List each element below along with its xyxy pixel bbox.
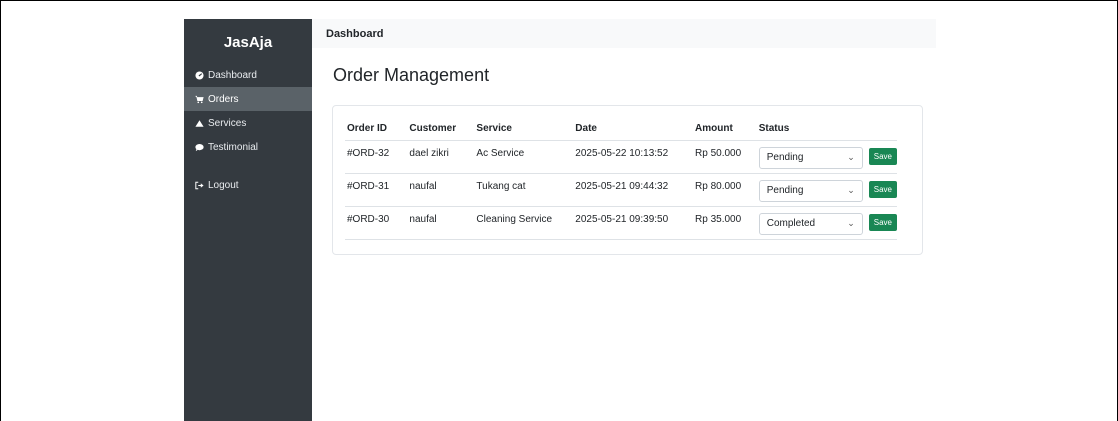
cell-service: Ac Service bbox=[474, 140, 574, 174]
status-controls: Pending ⌄ Save bbox=[758, 174, 897, 206]
column-header-status: Status bbox=[756, 118, 897, 141]
cell-amount: Rp 80.000 bbox=[693, 173, 757, 207]
sidebar-item-label: Services bbox=[208, 117, 247, 129]
table-row: #ORD-31 naufal Tukang cat 2025-05-21 09:… bbox=[345, 173, 897, 207]
chevron-down-icon: ⌄ bbox=[847, 218, 855, 228]
column-header-customer: Customer bbox=[407, 118, 475, 141]
status-select-value: Pending bbox=[766, 185, 804, 196]
sidebar-item-dashboard[interactable]: Dashboard bbox=[184, 63, 312, 87]
orders-card: Order ID Customer Service Date Amount St… bbox=[332, 105, 923, 255]
topbar: Dashboard bbox=[312, 19, 936, 48]
cell-date: 2025-05-21 09:44:32 bbox=[573, 173, 694, 207]
cell-customer: naufal bbox=[407, 206, 475, 240]
cell-date: 2025-05-22 10:13:52 bbox=[573, 140, 694, 174]
status-select-value: Pending bbox=[766, 152, 804, 163]
cell-status: Completed ⌄ Save bbox=[756, 206, 897, 240]
sidebar-item-label: Dashboard bbox=[208, 69, 257, 81]
status-select[interactable]: Pending ⌄ bbox=[758, 146, 863, 169]
sidebar-item-orders[interactable]: Orders bbox=[184, 87, 312, 111]
status-controls: Pending ⌄ Save bbox=[758, 141, 897, 173]
cell-service: Cleaning Service bbox=[474, 206, 574, 240]
comment-icon bbox=[195, 143, 204, 152]
main-content: Dashboard Order Management Order ID Cust… bbox=[312, 19, 936, 421]
table-row: #ORD-32 dael zikri Ac Service 2025-05-22… bbox=[345, 140, 897, 174]
save-button[interactable]: Save bbox=[868, 148, 897, 165]
table-header-row: Order ID Customer Service Date Amount St… bbox=[345, 118, 897, 141]
cell-status: Pending ⌄ Save bbox=[756, 140, 897, 174]
cell-service: Tukang cat bbox=[474, 173, 574, 207]
cell-customer: naufal bbox=[407, 173, 475, 207]
column-header-service: Service bbox=[474, 118, 574, 141]
sidebar-item-testimonial[interactable]: Testimonial bbox=[184, 135, 312, 159]
cell-amount: Rp 35.000 bbox=[693, 206, 757, 240]
table-row: #ORD-30 naufal Cleaning Service 2025-05-… bbox=[345, 206, 897, 240]
cart-icon bbox=[195, 95, 204, 104]
save-button[interactable]: Save bbox=[868, 181, 897, 198]
column-header-date: Date bbox=[573, 118, 694, 141]
cell-order-id: #ORD-30 bbox=[345, 206, 408, 240]
cell-order-id: #ORD-31 bbox=[345, 173, 408, 207]
column-header-order-id: Order ID bbox=[345, 118, 408, 141]
orders-table: Order ID Customer Service Date Amount St… bbox=[345, 118, 897, 240]
dashboard-icon bbox=[195, 70, 204, 80]
sidebar-item-services[interactable]: Services bbox=[184, 111, 312, 135]
sidebar-item-label: Orders bbox=[208, 93, 239, 105]
status-select[interactable]: Pending ⌄ bbox=[758, 179, 863, 202]
column-header-amount: Amount bbox=[693, 118, 757, 141]
page-title: Order Management bbox=[333, 65, 490, 85]
sidebar: JasAja Dashboard Orders Services Testimo… bbox=[184, 19, 312, 421]
brand-logo[interactable]: JasAja bbox=[184, 19, 312, 63]
cell-order-id: #ORD-32 bbox=[345, 140, 408, 174]
sidebar-item-logout[interactable]: Logout bbox=[184, 173, 312, 197]
chevron-down-icon: ⌄ bbox=[847, 185, 855, 195]
sidebar-item-label: Testimonial bbox=[208, 141, 259, 153]
sidebar-item-label: Logout bbox=[208, 179, 239, 191]
tent-icon bbox=[195, 119, 204, 128]
status-select-value: Completed bbox=[766, 218, 816, 229]
cell-status: Pending ⌄ Save bbox=[756, 173, 897, 207]
status-select[interactable]: Completed ⌄ bbox=[758, 212, 863, 235]
status-controls: Completed ⌄ Save bbox=[758, 207, 897, 239]
cell-amount: Rp 50.000 bbox=[693, 140, 757, 174]
chevron-down-icon: ⌄ bbox=[847, 152, 855, 162]
cell-customer: dael zikri bbox=[407, 140, 475, 174]
save-button[interactable]: Save bbox=[868, 214, 897, 231]
sign-out-icon bbox=[195, 181, 204, 190]
topbar-title: Dashboard bbox=[326, 27, 384, 40]
cell-date: 2025-05-21 09:39:50 bbox=[573, 206, 694, 240]
